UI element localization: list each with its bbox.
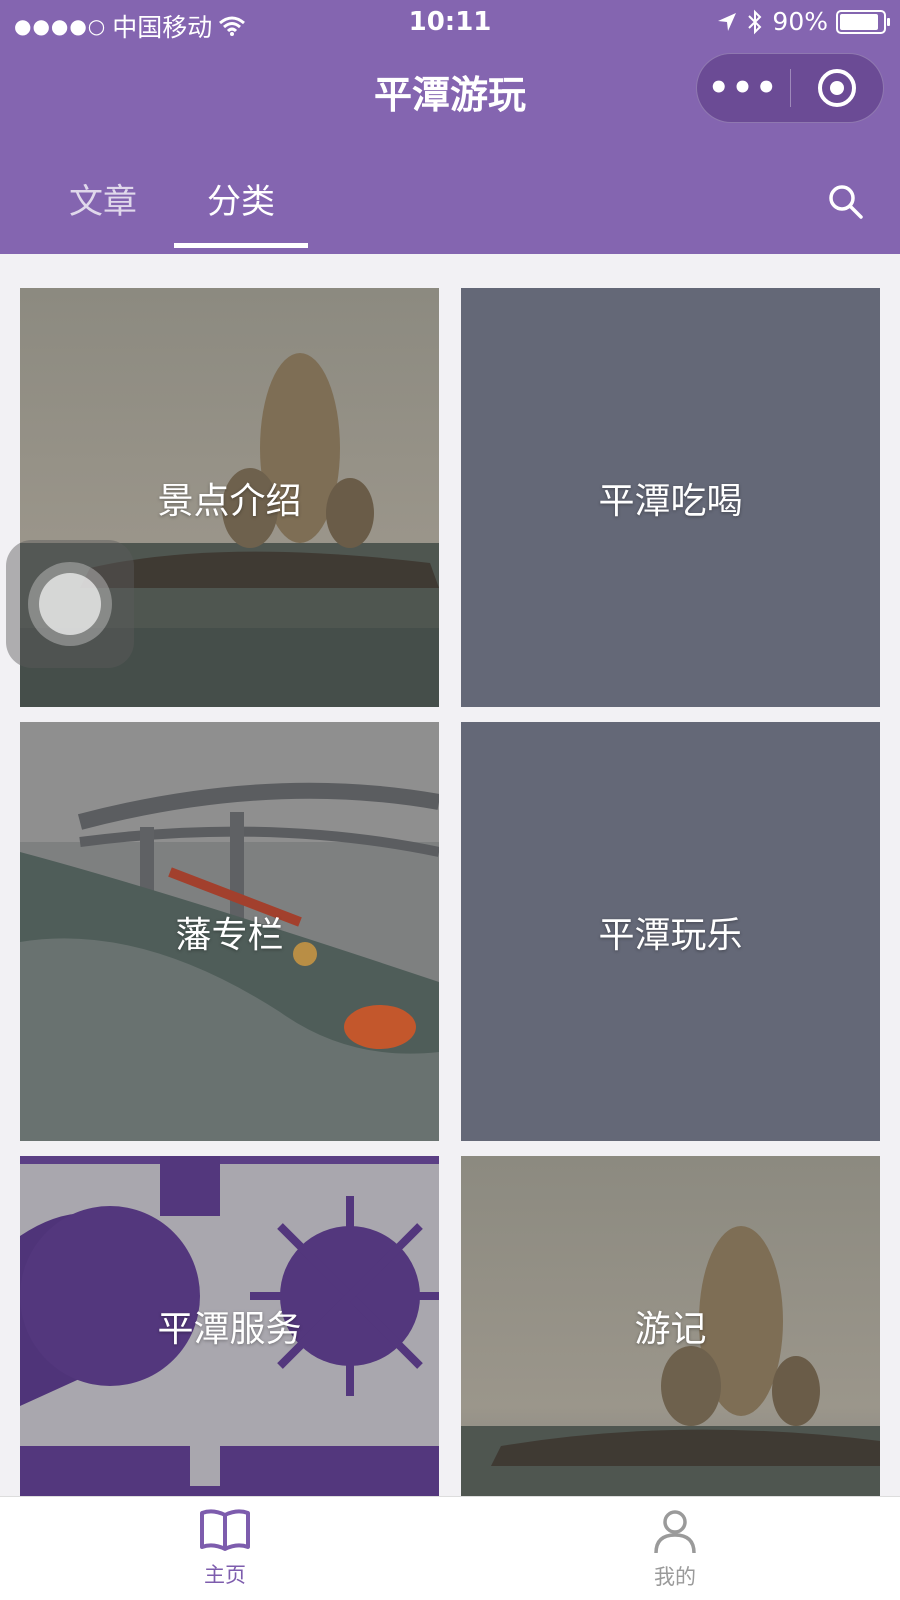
tab-categories[interactable]: 分类 — [174, 174, 308, 254]
nav-home[interactable]: 主页 — [0, 1497, 450, 1600]
category-label: 平潭服务 — [157, 1309, 302, 1350]
nav-profile-label: 我的 — [654, 1565, 696, 1589]
location-arrow-icon — [718, 12, 737, 31]
bluetooth-icon — [748, 9, 762, 34]
top-tabs: 文章 分类 — [0, 168, 900, 254]
nav-profile[interactable]: 我的 — [450, 1497, 900, 1600]
assistive-touch-button[interactable] — [6, 540, 134, 668]
tab-articles[interactable]: 文章 — [38, 174, 168, 254]
status-right: 90% — [716, 7, 890, 36]
more-button[interactable]: ••• — [697, 68, 790, 108]
close-mini-program-button[interactable] — [791, 69, 883, 107]
book-icon — [200, 1509, 250, 1551]
target-icon — [817, 69, 856, 107]
active-tab-underline — [174, 243, 308, 248]
category-label: 藩专栏 — [175, 914, 284, 956]
status-bar: ●●●●○ 中国移动 10:11 90% — [0, 0, 900, 46]
battery-icon — [836, 9, 890, 34]
category-tile-column[interactable]: 藩专栏 — [20, 722, 439, 1141]
user-icon — [654, 1510, 696, 1554]
category-tile-services[interactable]: 平潭服务 — [20, 1156, 439, 1496]
category-tile-travelogue[interactable]: 游记 — [461, 1156, 880, 1496]
bottom-nav: 主页 我的 — [0, 1496, 900, 1600]
assistive-touch-inner — [39, 573, 101, 635]
tab-categories-label: 分类 — [207, 182, 275, 222]
category-label: 游记 — [634, 1309, 707, 1350]
category-label: 景点介绍 — [157, 480, 302, 522]
nav-home-label: 主页 — [204, 1563, 246, 1587]
assistive-touch-outer — [28, 562, 112, 646]
search-icon[interactable] — [826, 182, 866, 222]
battery-percent: 90% — [772, 7, 828, 36]
category-tile-food-drink[interactable]: 平潭吃喝 — [461, 288, 880, 707]
category-tile-entertainment[interactable]: 平潭玩乐 — [461, 722, 880, 1141]
mini-program-capsule: ••• — [696, 53, 884, 123]
category-label: 平潭玩乐 — [598, 914, 743, 956]
battery-fill — [840, 13, 878, 30]
top-bar: ●●●●○ 中国移动 10:11 90% 平潭游玩 ••• 文章 分类 — [0, 0, 900, 254]
category-label: 平潭吃喝 — [598, 480, 743, 522]
tab-articles-label: 文章 — [69, 182, 137, 222]
